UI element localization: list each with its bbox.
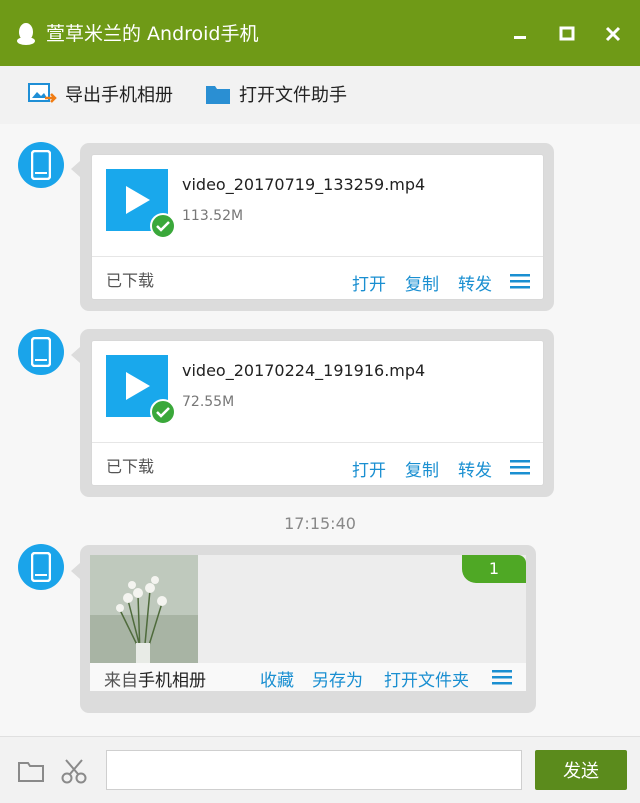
phone-avatar: [18, 544, 64, 590]
image-footer: 来自手机相册 收藏 另存为 打开文件夹: [90, 663, 526, 691]
image-count-badge: 1: [462, 555, 526, 583]
file-name: video_20170719_133259.mp4: [182, 175, 426, 194]
message-input[interactable]: [106, 750, 522, 790]
phone-icon: [31, 337, 51, 367]
menu-icon[interactable]: [510, 459, 530, 475]
image-message: 1 来自手机相册 收藏 另存为 打开文件夹: [71, 545, 536, 713]
file-message: video_20170224_191916.mp4 72.55M 已下载 打开 …: [71, 329, 554, 497]
forward-link[interactable]: 转发: [458, 456, 492, 481]
open-folder-link[interactable]: 打开文件夹: [384, 666, 469, 691]
image-source: 来自手机相册: [104, 666, 206, 691]
title-bar[interactable]: 萱草米兰的 Android手机: [0, 0, 640, 66]
input-bar: 发送: [0, 736, 640, 803]
file-name: video_20170224_191916.mp4: [182, 361, 426, 380]
image-card[interactable]: 1 来自手机相册 收藏 另存为 打开文件夹: [90, 555, 526, 691]
file-size: 113.52M: [182, 208, 244, 224]
open-link[interactable]: 打开: [352, 270, 386, 295]
phone-icon: [31, 150, 51, 180]
file-assistant-button[interactable]: 打开文件助手: [205, 78, 347, 110]
chat-area[interactable]: video_20170719_133259.mp4 113.52M 已下载 打开…: [0, 124, 640, 736]
copy-link[interactable]: 复制: [405, 456, 439, 481]
download-status: 已下载: [106, 457, 155, 476]
menu-icon[interactable]: [492, 669, 512, 685]
phone-icon: [31, 552, 51, 582]
maximize-icon: [559, 26, 575, 41]
download-status: 已下载: [106, 271, 155, 290]
maximize-button[interactable]: [555, 22, 579, 46]
save-as-link[interactable]: 另存为: [312, 666, 363, 691]
divider: [92, 256, 543, 257]
folder-icon: [206, 86, 230, 104]
video-file-icon: [106, 169, 176, 239]
file-card[interactable]: video_20170224_191916.mp4 72.55M 已下载 打开 …: [91, 340, 544, 486]
minimize-icon: [514, 36, 526, 39]
send-button[interactable]: 发送: [535, 750, 627, 790]
file-transfer-window: 萱草米兰的 Android手机 导出手机相册 打开文件助手 video_2017…: [0, 0, 640, 803]
phone-avatar: [18, 142, 64, 188]
window-title: 萱草米兰的 Android手机: [46, 23, 259, 45]
close-button[interactable]: [601, 22, 625, 46]
play-icon: [126, 186, 150, 214]
divider: [92, 442, 543, 443]
close-icon: [605, 26, 621, 42]
export-album-label: 导出手机相册: [65, 85, 173, 106]
flower-image-thumbnail[interactable]: [90, 555, 198, 663]
folder-icon[interactable]: [17, 759, 45, 783]
phone-avatar: [18, 329, 64, 375]
forward-link[interactable]: 转发: [458, 270, 492, 295]
video-file-icon: [106, 355, 176, 425]
play-icon: [126, 372, 150, 400]
menu-icon[interactable]: [510, 273, 530, 289]
file-assistant-label: 打开文件助手: [239, 85, 347, 106]
favorite-link[interactable]: 收藏: [260, 666, 294, 691]
file-message: video_20170719_133259.mp4 113.52M 已下载 打开…: [71, 143, 554, 311]
file-size: 72.55M: [182, 394, 235, 410]
scissors-icon[interactable]: [60, 757, 88, 785]
minimize-button[interactable]: [508, 22, 532, 46]
toolbar: 导出手机相册 打开文件助手: [0, 66, 640, 125]
copy-link[interactable]: 复制: [405, 270, 439, 295]
export-photo-icon: [28, 83, 57, 103]
check-icon: [150, 213, 176, 239]
open-link[interactable]: 打开: [352, 456, 386, 481]
check-icon: [150, 399, 176, 425]
file-card[interactable]: video_20170719_133259.mp4 113.52M 已下载 打开…: [91, 154, 544, 300]
source-name: 手机相册: [138, 671, 206, 691]
qq-penguin-icon: [17, 23, 35, 45]
message-timestamp: 17:15:40: [284, 514, 356, 533]
source-prefix: 来自: [104, 671, 138, 691]
export-album-button[interactable]: 导出手机相册: [27, 78, 173, 110]
